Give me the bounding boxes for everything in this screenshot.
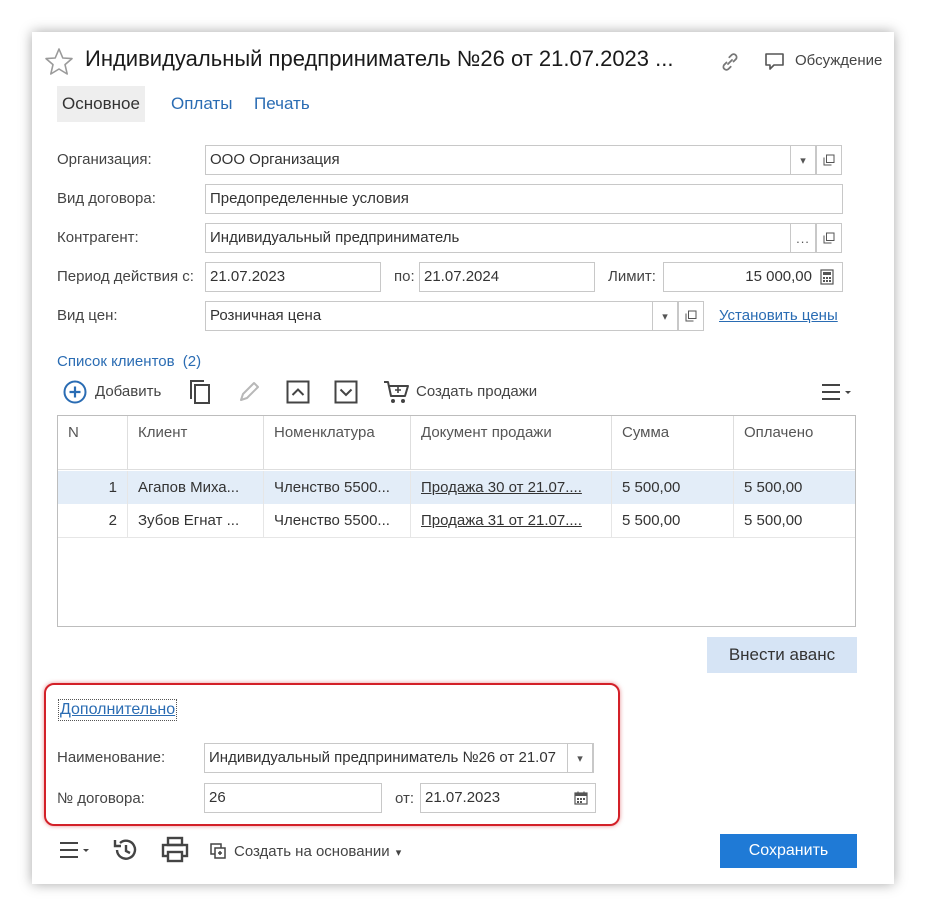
column-header-n[interactable]: N: [58, 416, 128, 470]
price-type-field[interactable]: Розничная цена: [205, 301, 681, 331]
print-icon[interactable]: [161, 836, 189, 864]
advance-button[interactable]: Внести аванс: [707, 637, 857, 673]
document-link[interactable]: Продажа 30 от 21.07....: [421, 479, 582, 496]
name-field[interactable]: Индивидуальный предприниматель №26 от 21…: [204, 743, 594, 773]
clients-title-text: Список клиентов: [57, 353, 175, 370]
period-to-label: по:: [394, 268, 415, 285]
move-up-icon[interactable]: [286, 380, 310, 404]
cell-n: 2: [58, 504, 128, 537]
edit-pencil-icon[interactable]: [236, 379, 262, 405]
discussion-button[interactable]: Обсуждение: [795, 52, 882, 69]
contract-date-label: от:: [395, 790, 415, 807]
period-from-label: Период действия с:: [57, 268, 194, 285]
price-type-dropdown-button[interactable]: ▾: [652, 301, 678, 331]
price-type-label: Вид цен:: [57, 307, 118, 324]
clients-table: N Клиент Номенклатура Документ продажи С…: [57, 415, 856, 627]
cell-sum: 5 500,00: [612, 471, 734, 504]
contract-type-field[interactable]: Предопределенные условия: [205, 184, 843, 214]
document-link[interactable]: Продажа 31 от 21.07....: [421, 512, 582, 529]
contract-type-label: Вид договора:: [57, 190, 156, 207]
add-circle-icon[interactable]: [63, 380, 87, 404]
counterparty-select-button[interactable]: ...: [790, 223, 816, 253]
calculator-icon[interactable]: [819, 269, 835, 285]
chevron-down-icon: ▾: [800, 154, 806, 167]
create-based-button[interactable]: Создать на основании ▾: [234, 843, 401, 860]
open-icon: [685, 310, 697, 322]
column-header-document[interactable]: Документ продажи: [411, 416, 612, 470]
ellipsis-icon: ...: [796, 230, 810, 246]
counterparty-open-button[interactable]: [816, 223, 842, 253]
cell-item: Членство 5500...: [264, 471, 411, 504]
period-from-field[interactable]: 21.07.2023: [205, 262, 381, 292]
counterparty-field[interactable]: Индивидуальный предприниматель: [205, 223, 791, 253]
clients-section-title[interactable]: Список клиентов (2): [57, 353, 201, 370]
cell-item: Членство 5500...: [264, 504, 411, 537]
price-type-open-button[interactable]: [678, 301, 704, 331]
document-window: Индивидуальный предприниматель №26 от 21…: [32, 32, 894, 884]
contract-date-field[interactable]: 21.07.2023: [420, 783, 596, 813]
create-based-label: Создать на основании: [234, 843, 390, 860]
column-header-sum[interactable]: Сумма: [612, 416, 734, 470]
contract-number-label: № договора:: [57, 790, 145, 807]
set-prices-link[interactable]: Установить цены: [719, 307, 838, 324]
add-button[interactable]: Добавить: [95, 383, 161, 400]
organization-dropdown-button[interactable]: ▾: [790, 145, 816, 175]
contract-number-field[interactable]: 26: [204, 783, 382, 813]
row-divider: [58, 537, 855, 538]
link-icon[interactable]: [718, 50, 742, 74]
menu-icon[interactable]: [58, 840, 94, 860]
organization-label: Организация:: [57, 151, 152, 168]
limit-label: Лимит:: [608, 268, 656, 285]
cell-client: Зубов Егнат ...: [128, 504, 264, 537]
cart-icon[interactable]: [382, 378, 410, 406]
page-title: Индивидуальный предприниматель №26 от 21…: [85, 46, 674, 71]
history-icon[interactable]: [112, 836, 140, 864]
copy-icon[interactable]: [187, 378, 213, 406]
organization-field[interactable]: ООО Организация: [205, 145, 791, 175]
move-down-icon[interactable]: [334, 380, 358, 404]
name-dropdown-button[interactable]: ▾: [567, 743, 593, 773]
period-to-field[interactable]: 21.07.2024: [419, 262, 595, 292]
limit-field[interactable]: 15 000,00: [663, 262, 843, 292]
tab-main[interactable]: Основное: [57, 86, 145, 122]
additional-link[interactable]: Дополнительно: [57, 699, 178, 721]
table-row[interactable]: 1 Агапов Миха... Членство 5500... Продаж…: [58, 471, 855, 504]
star-icon[interactable]: [44, 47, 74, 77]
column-header-item[interactable]: Номенклатура: [264, 416, 411, 470]
cell-client: Агапов Миха...: [128, 471, 264, 504]
column-header-client[interactable]: Клиент: [128, 416, 264, 470]
organization-open-button[interactable]: [816, 145, 842, 175]
save-button[interactable]: Сохранить: [720, 834, 857, 868]
counterparty-label: Контрагент:: [57, 229, 139, 246]
open-icon: [823, 154, 835, 166]
tab-payments[interactable]: Оплаты: [166, 86, 237, 122]
create-sales-button[interactable]: Создать продажи: [416, 383, 537, 400]
tab-print[interactable]: Печать: [249, 86, 315, 122]
name-label: Наименование:: [57, 749, 166, 766]
chevron-down-icon: ▾: [662, 310, 668, 323]
create-based-icon: [210, 843, 226, 859]
table-row[interactable]: 2 Зубов Егнат ... Членство 5500... Прода…: [58, 504, 855, 537]
discussion-icon[interactable]: [763, 50, 787, 74]
cell-document[interactable]: Продажа 30 от 21.07....: [411, 471, 612, 504]
cell-paid: 5 500,00: [744, 479, 803, 496]
open-icon: [823, 232, 835, 244]
cell-paid: 5 500,00: [744, 512, 803, 529]
more-menu-icon[interactable]: [820, 382, 856, 402]
cell-n: 1: [58, 471, 128, 504]
cell-sum: 5 500,00: [612, 504, 734, 537]
clients-count: (2): [182, 353, 202, 370]
chevron-down-icon: ▾: [577, 752, 583, 765]
column-header-paid[interactable]: Оплачено: [734, 416, 855, 470]
calendar-icon[interactable]: [573, 790, 589, 806]
cell-document[interactable]: Продажа 31 от 21.07....: [411, 504, 612, 537]
chevron-down-icon: ▾: [395, 847, 402, 859]
